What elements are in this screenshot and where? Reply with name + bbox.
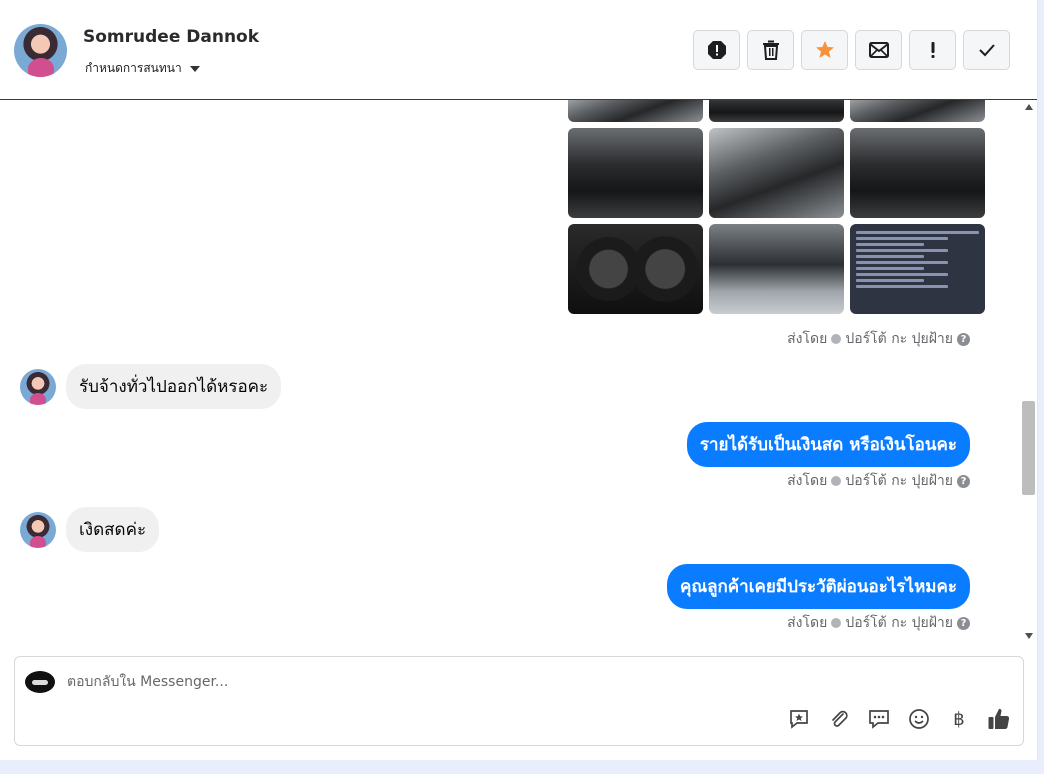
conversation-panel: Somrudee Dannok กำหนดการสนทนา ส่งโดย ปอร…	[0, 0, 1038, 760]
car-photo[interactable]	[850, 100, 985, 122]
outgoing-message[interactable]: คุณลูกค้าเคยมีประวัติผ่อนอะไรไหมคะ	[666, 564, 970, 609]
car-photo[interactable]	[709, 224, 844, 314]
delete-button[interactable]	[747, 30, 794, 70]
mark-unread-button[interactable]	[855, 30, 902, 70]
check-icon	[978, 44, 995, 57]
message-list[interactable]: ส่งโดย ปอร์โต้ กะ ปุยฝ้าย ? รับจ้างทั่วไ…	[0, 100, 1020, 645]
help-icon[interactable]: ?	[957, 474, 970, 488]
car-photo[interactable]	[709, 100, 844, 122]
sent-status-icon	[831, 476, 842, 486]
conversation-header: Somrudee Dannok กำหนดการสนทนา	[0, 0, 1037, 100]
sent-by-info: ส่งโดย ปอร์โต้ กะ ปุยฝ้าย ?	[787, 612, 970, 634]
scroll-down-arrow-icon[interactable]	[1025, 633, 1033, 639]
star-button[interactable]	[801, 30, 848, 70]
baht-icon: ฿	[953, 708, 965, 730]
composer-tools: ฿	[787, 707, 1011, 731]
car-photo[interactable]	[568, 128, 703, 218]
sent-status-icon	[831, 334, 842, 344]
chat-bubble-icon	[869, 710, 889, 729]
sent-status-icon	[831, 618, 842, 628]
sent-by-agent: ปอร์โต้ กะ ปุยฝ้าย	[845, 473, 953, 489]
report-button[interactable]	[693, 30, 740, 70]
payment-button[interactable]: ฿	[947, 707, 971, 731]
saved-reply-icon	[790, 710, 808, 729]
car-spec-sheet-photo[interactable]	[850, 224, 985, 314]
message-scrollbar[interactable]	[1020, 100, 1037, 645]
mail-icon	[868, 42, 889, 58]
sent-by-info: ส่งโดย ปอร์โต้ กะ ปุยฝ้าย ?	[787, 470, 970, 492]
reply-composer: ฿	[14, 656, 1024, 746]
report-icon	[707, 41, 726, 59]
reply-input[interactable]	[67, 671, 967, 693]
incoming-message[interactable]: เงิดสดค่ะ	[66, 507, 160, 552]
saved-reply-button[interactable]	[787, 707, 811, 731]
trash-icon	[762, 40, 779, 60]
incoming-message[interactable]: รับจ้างทั่วไปออกได้หรอคะ	[66, 364, 282, 409]
car-photo[interactable]	[850, 128, 985, 218]
star-icon	[815, 41, 834, 58]
quick-replies-button[interactable]	[867, 707, 891, 731]
sent-by-prefix: ส่งโดย	[787, 615, 828, 631]
scroll-up-arrow-icon[interactable]	[1025, 104, 1033, 110]
contact-name[interactable]: Somrudee Dannok	[83, 27, 259, 47]
car-photo[interactable]	[709, 128, 844, 218]
emoji-button[interactable]	[907, 707, 931, 731]
car-photo[interactable]	[568, 100, 703, 122]
exclamation-icon	[931, 42, 934, 58]
spam-button[interactable]	[909, 30, 956, 70]
sent-by-prefix: ส่งโดย	[787, 473, 828, 489]
contact-avatar-small[interactable]	[20, 369, 56, 405]
outgoing-message[interactable]: รายได้รับเป็นเงินสด หรือเงินโอนคะ	[686, 422, 970, 467]
conversation-settings-dropdown[interactable]: กำหนดการสนทนา	[85, 59, 200, 78]
page-avatar	[25, 671, 55, 693]
sent-by-agent: ปอร์โต้ กะ ปุยฝ้าย	[845, 615, 953, 631]
emoji-icon	[909, 709, 929, 729]
attach-button[interactable]	[827, 707, 851, 731]
attachment-icon	[832, 710, 848, 727]
sent-by-prefix: ส่งโดย	[787, 331, 828, 347]
contact-avatar-small[interactable]	[20, 512, 56, 548]
mark-done-button[interactable]	[963, 30, 1010, 70]
sent-by-info: ส่งโดย ปอร์โต้ กะ ปุยฝ้าย ?	[787, 328, 970, 350]
like-button[interactable]	[987, 707, 1011, 731]
help-icon[interactable]: ?	[957, 616, 970, 630]
help-icon[interactable]: ?	[957, 332, 970, 346]
sent-by-agent: ปอร์โต้ กะ ปุยฝ้าย	[845, 331, 953, 347]
contact-avatar[interactable]	[14, 24, 67, 77]
car-photo[interactable]	[568, 224, 703, 314]
header-actions	[693, 30, 1010, 70]
scroll-thumb[interactable]	[1022, 401, 1035, 495]
conversation-settings-label: กำหนดการสนทนา	[85, 61, 182, 75]
caret-down-icon	[189, 65, 200, 72]
thumbs-up-icon	[988, 708, 1010, 729]
